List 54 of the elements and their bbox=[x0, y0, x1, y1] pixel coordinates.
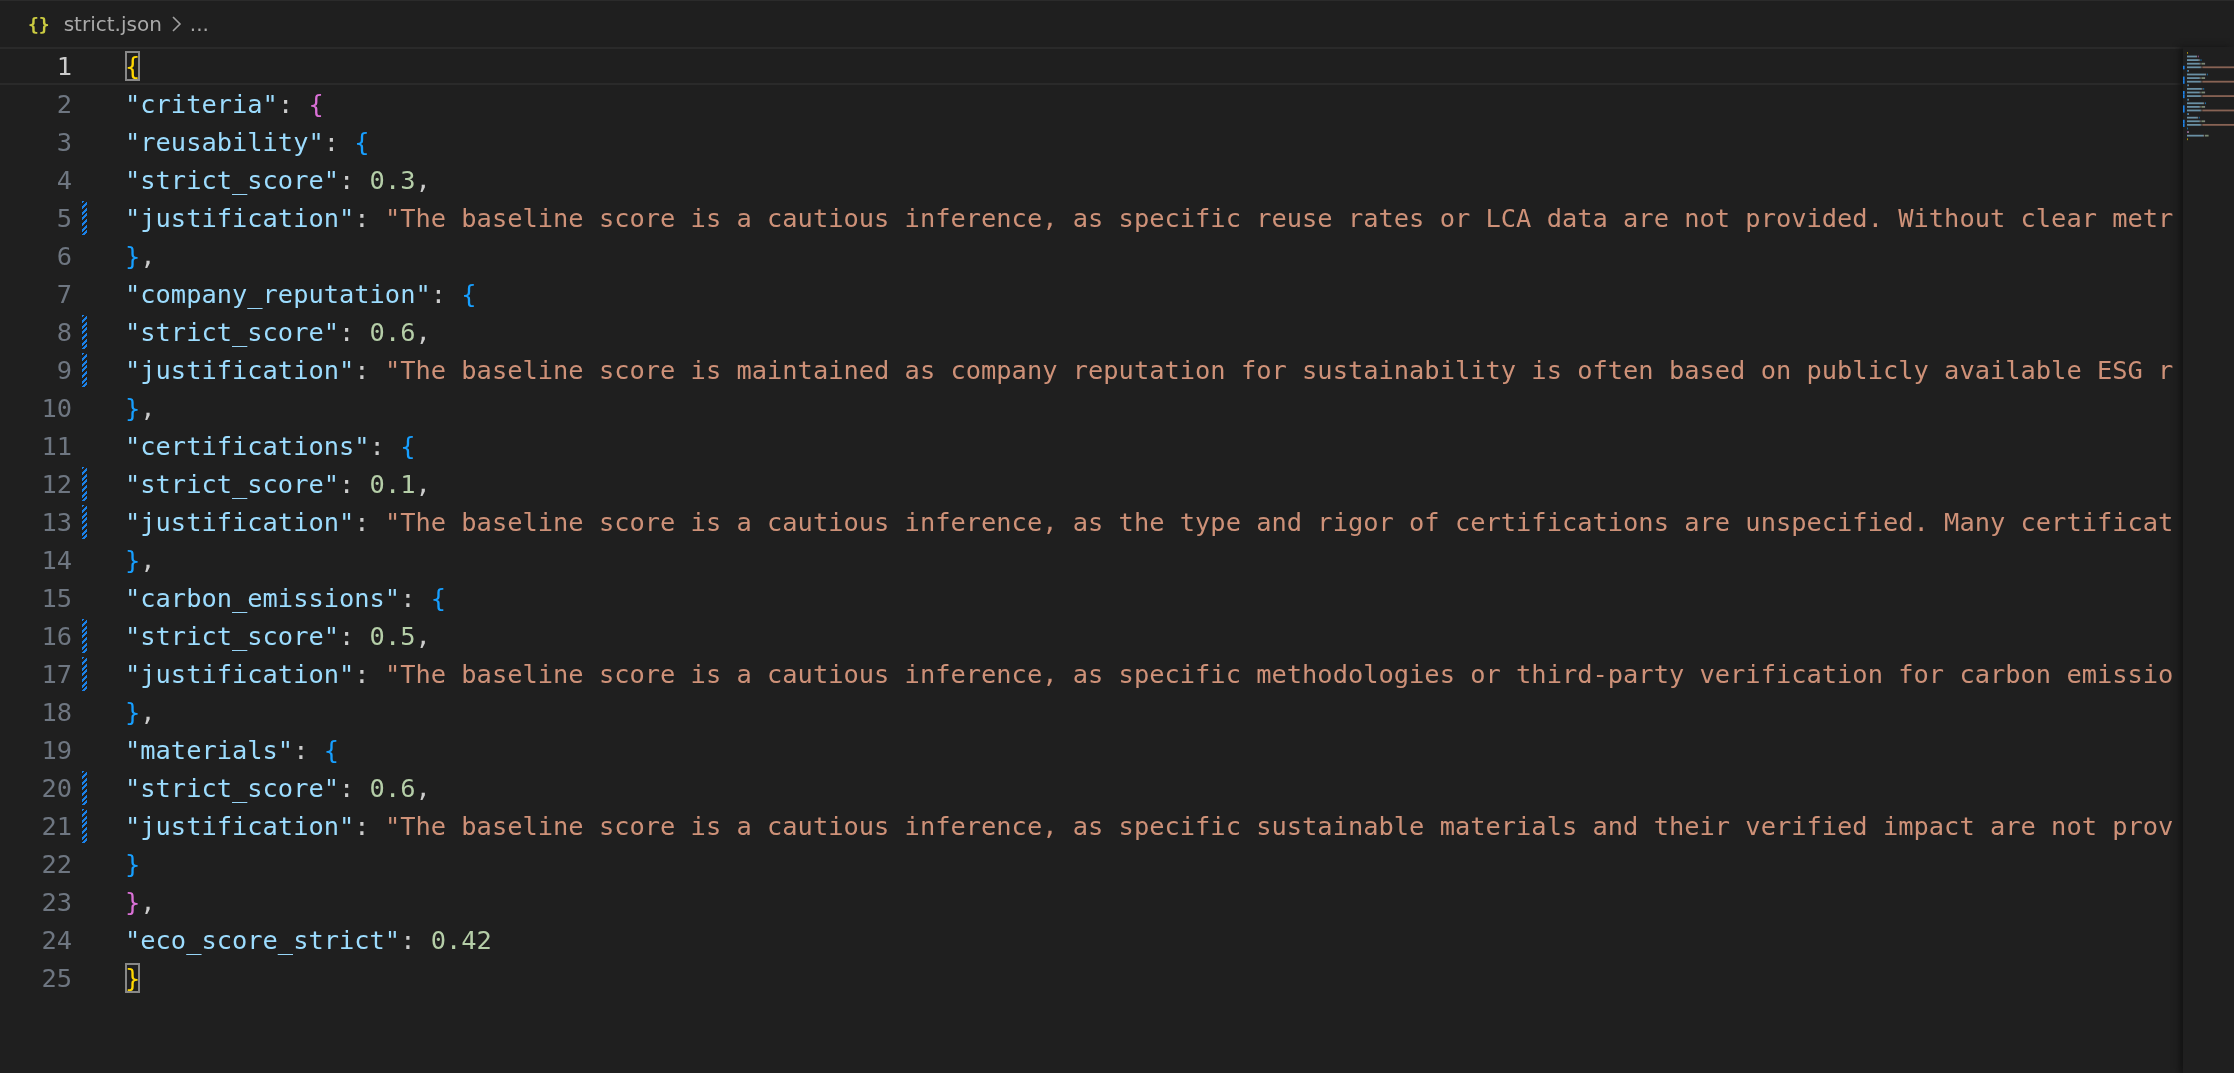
json-file-icon: {} bbox=[28, 13, 50, 35]
line-number: 16 bbox=[40, 621, 72, 651]
code-line: "materials": { bbox=[125, 735, 340, 765]
code-line: "strict_score": 0.6, bbox=[125, 773, 431, 803]
line-number: 18 bbox=[40, 697, 72, 727]
code-line: "justification": "The baseline score is maintained as company reputation for sustainability is often based on publicly available ESG r bbox=[125, 355, 2174, 385]
line-number: 2 bbox=[55, 89, 72, 119]
line-number: 12 bbox=[40, 469, 72, 499]
line-number: 22 bbox=[40, 849, 72, 879]
line-number: 10 bbox=[40, 393, 72, 423]
breadcrumb-more[interactable]: ... bbox=[189, 12, 209, 36]
chevron-right-icon bbox=[169, 15, 182, 33]
code-line: }, bbox=[125, 545, 156, 575]
line-number: 5 bbox=[55, 203, 72, 233]
code-line: "reusability": { bbox=[125, 127, 370, 157]
breadcrumb-file[interactable]: strict.json bbox=[63, 12, 162, 36]
code-line: "strict_score": 0.5, bbox=[125, 621, 431, 651]
line-number: 4 bbox=[55, 165, 72, 195]
line-number: 11 bbox=[40, 431, 72, 461]
code-line: "criteria": { bbox=[125, 89, 324, 119]
line-number: 7 bbox=[55, 279, 72, 309]
line-number: 15 bbox=[40, 583, 72, 613]
line-number: 1 bbox=[55, 51, 72, 81]
code-line: "carbon_emissions": { bbox=[125, 583, 447, 613]
code-line: } bbox=[125, 963, 141, 993]
line-number: 6 bbox=[55, 241, 72, 271]
code-line: }, bbox=[125, 241, 156, 271]
code-line: "strict_score": 0.3, bbox=[125, 165, 431, 195]
line-number: 24 bbox=[40, 925, 72, 955]
code-line: "strict_score": 0.1, bbox=[125, 469, 431, 499]
line-number: 13 bbox=[40, 507, 72, 537]
line-number: 3 bbox=[55, 127, 72, 157]
code-line: }, bbox=[125, 887, 156, 917]
code-line: "justification": "The baseline score is a cautious inference, as specific sustainable materials and their verified impact are not prov bbox=[125, 811, 2174, 841]
code-line: "eco_score_strict": 0.42 bbox=[125, 925, 492, 955]
code-line: "company_reputation": { bbox=[125, 279, 477, 309]
code-line: }, bbox=[125, 393, 156, 423]
code-line: { bbox=[125, 51, 141, 81]
code-line: "justification": "The baseline score is a cautious inference, as the type and rigor of certifications are unspecified. Many certificat bbox=[125, 507, 2174, 537]
line-number: 20 bbox=[40, 773, 72, 803]
line-number: 21 bbox=[40, 811, 72, 841]
code-line: "strict_score": 0.6, bbox=[125, 317, 431, 347]
line-number: 8 bbox=[55, 317, 72, 347]
code-line: }, bbox=[125, 697, 156, 727]
line-number: 19 bbox=[40, 735, 72, 765]
code-line: "certifications": { bbox=[125, 431, 416, 461]
line-number: 23 bbox=[40, 887, 72, 917]
line-number: 25 bbox=[40, 963, 72, 993]
line-number: 17 bbox=[40, 659, 72, 689]
line-number: 9 bbox=[55, 355, 72, 385]
code-line: "justification": "The baseline score is a cautious inference, as specific reuse rates or LCA data are not provided. Without clear metr bbox=[125, 203, 2174, 233]
code-line: "justification": "The baseline score is a cautious inference, as specific methodologies or third-party verification for carbon emissio bbox=[125, 659, 2174, 689]
code-line: } bbox=[125, 849, 141, 879]
line-number: 14 bbox=[40, 545, 72, 575]
